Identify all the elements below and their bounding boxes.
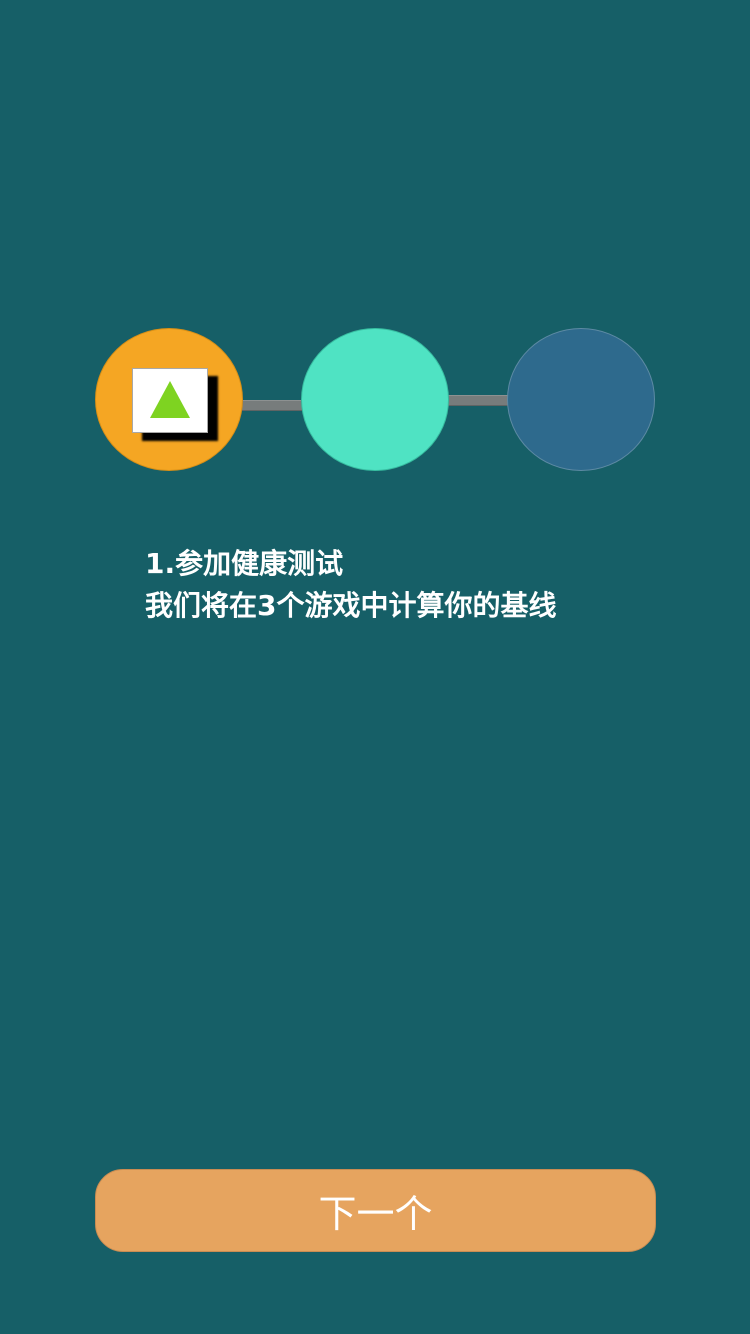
game-tile-icon — [132, 368, 208, 433]
intro-text: 1.参加健康测试 我们将在3个游戏中计算你的基线 — [145, 543, 645, 627]
triangle-icon — [150, 381, 190, 418]
step-indicator-2 — [301, 328, 449, 471]
onboarding-stepper — [0, 0, 750, 1334]
step-connector-2 — [448, 395, 508, 406]
step-title: 1.参加健康测试 — [145, 547, 344, 580]
step-connector-1 — [242, 400, 302, 411]
step-indicator-1 — [95, 328, 243, 471]
next-button[interactable]: 下一个 — [95, 1169, 656, 1252]
step-description: 我们将在3个游戏中计算你的基线 — [145, 589, 557, 622]
step-indicator-3 — [507, 328, 655, 471]
